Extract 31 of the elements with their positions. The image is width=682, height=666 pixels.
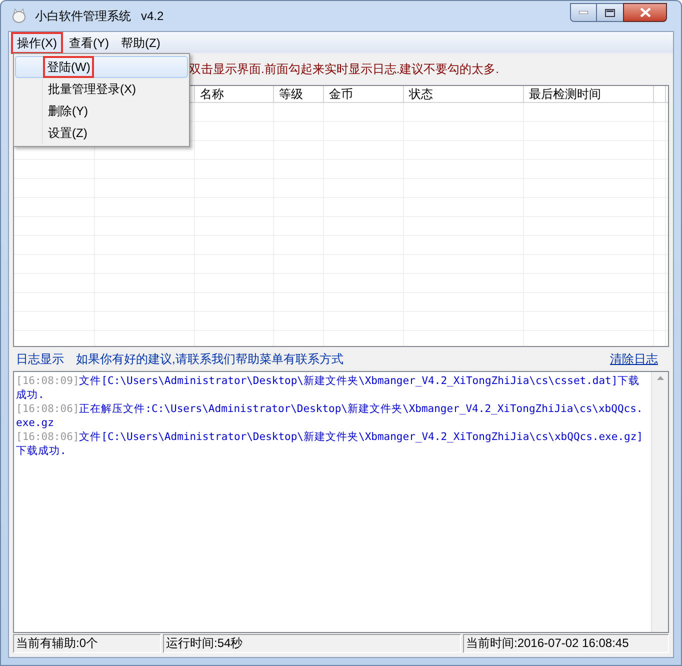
notice-text: 双击显示界面.前面勾起来实时显示日志.建议不要勾的太多. [189, 61, 500, 78]
close-icon [640, 8, 650, 17]
menu-option[interactable]: 批量管理登录(X) [15, 78, 188, 100]
log-label: 日志显示 [16, 351, 64, 368]
menu-item[interactable]: 帮助(Z) [116, 32, 166, 52]
log-entry: [16:08:09]文件[C:\Users\Administrator\Desktop\新建文件夹\Xbmanger_V4.2_XiTongZhiJia\cs\csset.dat]下载成功. [16, 374, 641, 402]
menu-option[interactable]: 设置(Z) [15, 122, 188, 144]
log-entry: [16:08:06]文件[C:\Users\Administrator\Desktop\新建文件夹\Xbmanger_V4.2_XiTongZhiJia\cs\xbQQcs.exe.gz]下载成功. [16, 430, 644, 458]
menu-option[interactable]: 删除(Y) [15, 100, 188, 122]
window-title: 小白软件管理系统 v4.2 [35, 8, 164, 25]
close-button[interactable] [623, 3, 667, 22]
menu-item[interactable]: 查看(Y) [64, 32, 114, 52]
maximize-button[interactable] [597, 3, 623, 22]
app-icon [11, 8, 27, 24]
minimize-button[interactable] [570, 3, 597, 22]
column-header[interactable]: 金币 [324, 86, 404, 103]
menu-item[interactable]: 操作(X) [12, 32, 62, 52]
status-panel: 当前有辅助:0个 [13, 634, 161, 653]
menu-option[interactable]: 登陆(W) [15, 56, 188, 78]
column-header[interactable]: 状态 [404, 86, 524, 103]
suggestion-text: 如果你有好的建议,请联系我们帮助菜单有联系方式 [76, 351, 344, 368]
column-header[interactable]: 等级 [274, 86, 324, 103]
log-entry: [16:08:06]正在解压文件:C:\Users\Administrator\Desktop\新建文件夹\Xbmanger_V4.2_XiTongZhiJia\cs\xbQQcs.exe.gz [16, 402, 644, 430]
clear-log-link[interactable]: 清除日志 [610, 350, 658, 368]
scroll-up-icon [656, 376, 664, 380]
status-panel: 运行时间:54秒 [163, 634, 461, 653]
maximize-icon [605, 8, 615, 16]
column-header[interactable]: 名称 [195, 86, 274, 103]
minimize-icon [579, 11, 588, 14]
column-header[interactable]: 最后检测时间 [524, 86, 654, 103]
status-panel: 当前时间:2016-07-02 16:08:45 [463, 634, 669, 653]
